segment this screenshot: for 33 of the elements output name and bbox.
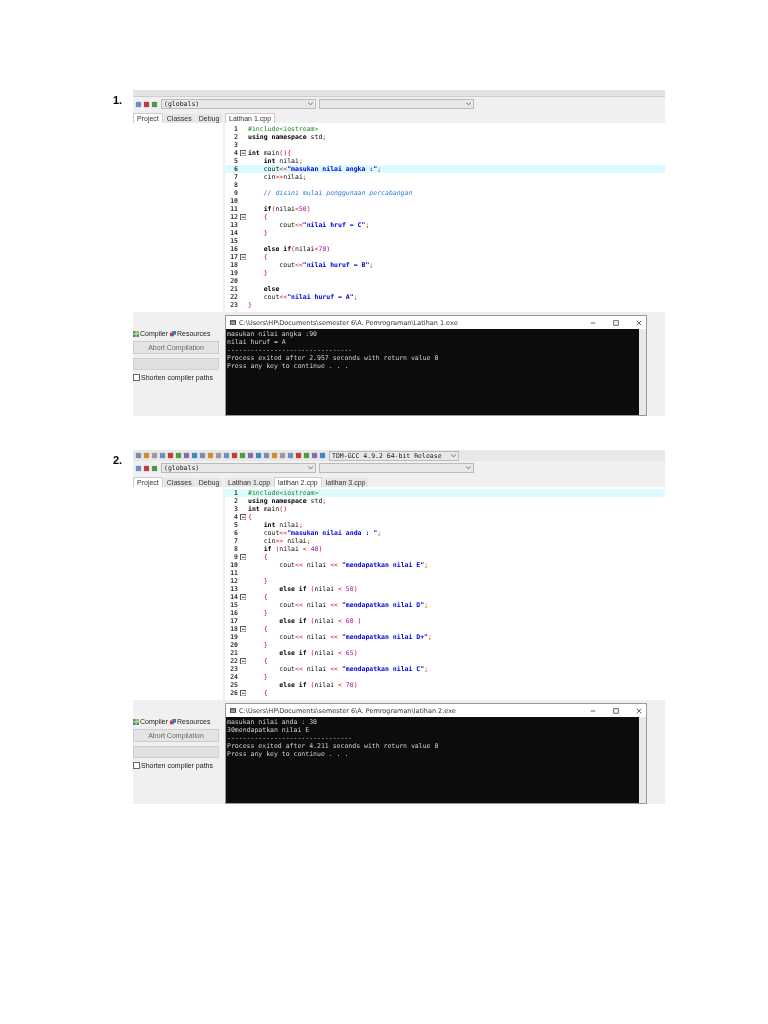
close-icon[interactable] <box>636 707 642 714</box>
scrollbar[interactable] <box>639 329 646 415</box>
minimize-icon[interactable] <box>590 707 596 714</box>
caret-icon <box>466 102 471 106</box>
minimize-icon[interactable] <box>590 319 596 326</box>
collapse-icon[interactable] <box>239 625 247 633</box>
figure-number: 2. <box>113 454 124 466</box>
collapse-icon[interactable] <box>239 253 247 261</box>
figure-number: 1. <box>113 94 124 106</box>
symbol-dropdown[interactable] <box>319 463 474 473</box>
caret-icon <box>451 453 456 458</box>
cubes-icon <box>170 718 176 725</box>
cubes-icon <box>170 330 176 337</box>
collapse-icon[interactable] <box>239 657 247 665</box>
collapse-icon[interactable] <box>239 213 247 221</box>
caret-icon <box>308 466 313 470</box>
collapse-icon[interactable] <box>239 593 247 601</box>
maximize-icon[interactable] <box>613 319 619 326</box>
maximize-icon[interactable] <box>613 707 619 714</box>
symbol-dropdown[interactable] <box>319 99 474 109</box>
collapse-icon[interactable] <box>239 689 247 697</box>
code-editor[interactable] <box>225 487 665 700</box>
collapse-icon[interactable] <box>239 513 247 521</box>
grid-icon <box>133 718 139 725</box>
console-icon <box>230 708 236 713</box>
grid-icon <box>133 330 139 337</box>
console-icon <box>230 320 236 325</box>
collapse-icon[interactable] <box>239 553 247 561</box>
collapse-icon[interactable] <box>239 149 247 157</box>
close-icon[interactable] <box>636 319 642 326</box>
caret-icon <box>466 466 471 470</box>
caret-icon <box>308 102 313 106</box>
scrollbar[interactable] <box>639 717 646 803</box>
